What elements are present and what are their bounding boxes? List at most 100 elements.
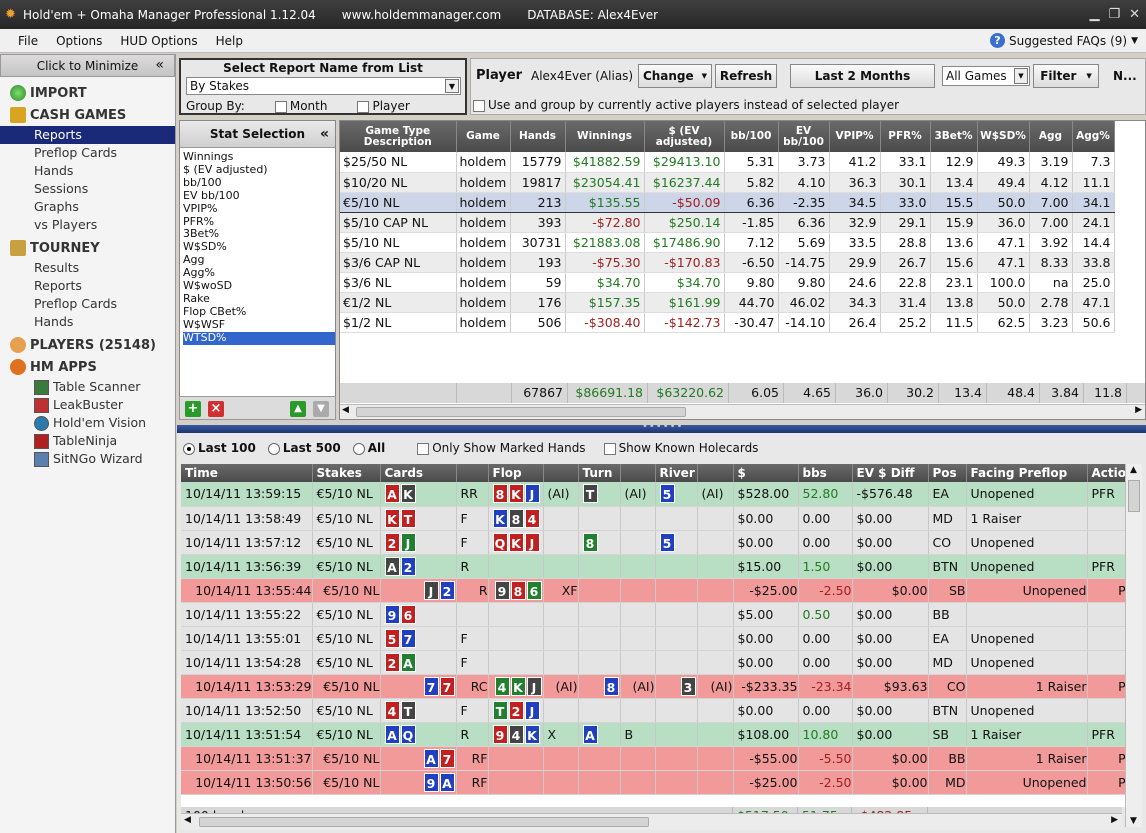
hands-column-header[interactable] [620,464,656,482]
last-500-radio[interactable]: Last 500 [267,441,341,455]
sidebar-item-preflop-cards[interactable]: Preflop Cards [0,144,175,162]
panel-splitter[interactable]: •••••• [177,421,1146,433]
scrollbar-thumb[interactable] [356,407,686,417]
hand-row[interactable]: 10/14/11 13:51:37 €5/10 NL A 7 RF -$55.00 -5.5… [181,746,1138,771]
hand-row[interactable]: 10/14/11 13:58:49 €5/10 NL K T F K 8 4 $0.00 0.00… [181,506,1138,531]
stakes-column-header[interactable]: 3Bet% [930,121,978,152]
scroll-left-icon[interactable]: ◀ [342,405,349,415]
sidebar-item-tourney-hands[interactable]: Hands [0,313,175,331]
maximize-window-icon[interactable]: ❐ [1108,7,1120,22]
hand-row[interactable]: 10/14/11 13:55:44 €5/10 NL J 2 R 9 8 6 XF -$25.00… [181,578,1138,603]
hands-column-header[interactable]: Pos [928,464,967,482]
stakes-column-header[interactable]: PFR% [880,121,931,152]
hand-row[interactable]: 10/14/11 13:53:29 €5/10 NL 7 7 RC 4 K J (AI) 8 (AI… [181,674,1138,699]
stakes-row[interactable]: $3/6 CAP NL holdem 193 -$75.30 -$170.83 -6.50… [340,252,1115,273]
sidebar-app-tableninja[interactable]: TableNinja [0,432,175,450]
hand-row[interactable]: 10/14/11 13:55:22 €5/10 NL 9 6 $5.00 0.50 $0.0… [181,602,1138,627]
stakes-row[interactable]: $25/50 NL holdem 15779 $41882.59 $29413.10 5.… [340,152,1115,173]
hands-column-header[interactable]: River [655,464,698,482]
sidebar-item-graphs[interactable]: Graphs [0,198,175,216]
sidebar-import[interactable]: IMPORT [0,82,175,104]
stakes-row[interactable]: €5/10 NL holdem 213 $135.55 -$50.09 6.36 -2.35… [340,191,1115,213]
hands-column-header[interactable]: Facing Preflop [966,464,1088,482]
stakes-column-header[interactable]: Agg [1029,121,1073,152]
menu-options[interactable]: Options [47,34,111,48]
stakes-row[interactable]: €1/2 NL holdem 176 $157.35 $161.99 44.70 46.02… [340,292,1115,313]
stat-item[interactable]: EV bb/100 [183,189,335,203]
known-holecards-checkbox[interactable]: Show Known Holecards [603,441,758,455]
minimize-sidebar-button[interactable]: Click to Minimize « [0,54,175,77]
toolbar-overflow[interactable]: N... [1113,69,1137,83]
scroll-right-icon[interactable]: ▶ [1135,405,1142,415]
stakes-column-header[interactable]: bb/100 [724,121,779,152]
remove-stat-icon[interactable]: × [208,401,224,417]
app-url[interactable]: www.holdemmanager.com [342,8,501,22]
stat-item[interactable]: Winnings [183,150,335,164]
hand-row[interactable]: 10/14/11 13:56:39 €5/10 NL A 2 R $15.00 1.50 $0… [181,554,1138,579]
hand-row[interactable]: 10/14/11 13:51:54 €5/10 NL A Q R 9 4 K X A B $108.0… [181,722,1138,747]
stat-item[interactable]: $ (EV adjusted) [183,163,335,177]
sidebar-cash-games[interactable]: CASH GAMES [0,104,175,126]
hand-row[interactable]: 10/14/11 13:52:50 €5/10 NL 4 T F T 2 J $0.00 0.00… [181,698,1138,723]
stakes-row[interactable]: $5/10 CAP NL holdem 393 -$72.80 $250.14 -1.85… [340,212,1115,233]
hands-column-header[interactable]: EV $ Diff [852,464,929,482]
stakes-column-header[interactable]: VPIP% [829,121,881,152]
stakes-row[interactable]: $10/20 NL holdem 19817 $23054.41 $16237.44 5.… [340,172,1115,193]
stakes-column-header[interactable]: Game Type Description [340,121,457,152]
hands-column-header[interactable] [697,464,734,482]
scroll-right-icon[interactable]: ▶ [1111,815,1118,825]
move-down-icon[interactable]: ▼ [313,401,329,417]
change-player-button[interactable]: Change ▼ [638,64,712,88]
hand-row[interactable]: 10/14/11 13:54:28 €5/10 NL 2 A F $0.00 0.00 $0.… [181,650,1138,675]
refresh-button[interactable]: Refresh [715,64,777,88]
sidebar-item-tourney-reports[interactable]: Reports [0,277,175,295]
sidebar-app-leakbuster[interactable]: LeakBuster [0,396,175,414]
move-up-icon[interactable]: ▲ [290,401,306,417]
hands-column-header[interactable] [456,464,489,482]
hand-row[interactable]: 10/14/11 13:57:12 €5/10 NL 2 J F Q K J 8 5 $0.00 0.… [181,530,1138,555]
group-player-checkbox[interactable]: Player [357,99,410,113]
date-range-button[interactable]: Last 2 Months [790,64,935,88]
stakes-column-header[interactable]: Winnings [565,121,645,152]
hands-column-header[interactable]: Cards [380,464,457,482]
sidebar-item-hands[interactable]: Hands [0,162,175,180]
horizontal-scrollbar[interactable]: ◀ ▶ [340,404,1145,419]
filter-button[interactable]: Filter ▼ [1033,64,1099,88]
sidebar-item-reports[interactable]: Reports [0,126,175,144]
stakes-row[interactable]: $1/2 NL holdem 506 -$308.40 -$142.73 -30.47 -1… [340,312,1115,333]
sidebar-tourney[interactable]: TOURNEY [0,237,175,259]
sidebar-hm-apps[interactable]: HM APPS [0,356,175,378]
menu-hud-options[interactable]: HUD Options [111,34,206,48]
suggested-faqs[interactable]: ? Suggested FAQs (9) ▼ [989,33,1138,48]
hand-row[interactable]: 10/14/11 13:59:15 €5/10 NL A K RR 8 K J (AI) T (AI… [181,482,1138,507]
hand-row[interactable]: 10/14/11 13:55:01 €5/10 NL 5 7 F $0.00 0.00 $0.… [181,626,1138,651]
scroll-down-icon[interactable]: ▼ [1130,816,1137,826]
hands-column-header[interactable]: bbs [798,464,853,482]
hand-row[interactable]: 10/14/11 13:50:56 €5/10 NL 9 A RF -$25.00 -2.5… [181,770,1138,795]
stakes-row[interactable]: $5/10 NL holdem 30731 $21883.08 $17486.90 7.1… [340,232,1115,253]
stakes-column-header[interactable]: Agg% [1072,121,1115,152]
sidebar-item-tourney-preflop-cards[interactable]: Preflop Cards [0,295,175,313]
menu-help[interactable]: Help [207,34,252,48]
stakes-row[interactable]: $3/6 NL holdem 59 $34.70 $34.70 9.80 9.80 24.6 2… [340,272,1115,293]
double-chevron-left-icon[interactable]: « [320,121,329,147]
scrollbar-thumb[interactable] [199,817,649,827]
use-active-players-checkbox[interactable]: Use and group by currently active player… [473,98,899,112]
stakes-column-header[interactable]: $ (EV adjusted) [644,121,725,152]
hands-column-header[interactable]: Turn [578,464,621,482]
add-stat-icon[interactable]: + [185,401,201,417]
stakes-column-header[interactable]: EV bb/100 [778,121,830,152]
vertical-scrollbar[interactable]: ▲ ▼ [1125,464,1142,827]
stat-item[interactable]: W$SD% [183,240,335,254]
last-100-radio[interactable]: Last 100 [183,441,256,455]
minimize-window-icon[interactable]: ▁ [1089,7,1099,22]
group-month-checkbox[interactable]: Month [274,99,327,113]
menu-file[interactable]: File [0,34,47,48]
close-window-icon[interactable]: ✕ [1129,7,1140,22]
games-dropdown[interactable]: All Games ▼ [942,66,1030,86]
stakes-column-header[interactable]: W$SD% [977,121,1030,152]
hands-column-header[interactable] [543,464,579,482]
report-dropdown[interactable]: By Stakes ▼ [186,77,461,95]
scrollbar-thumb[interactable] [1128,480,1140,512]
hands-column-header[interactable]: Flop [488,464,544,482]
